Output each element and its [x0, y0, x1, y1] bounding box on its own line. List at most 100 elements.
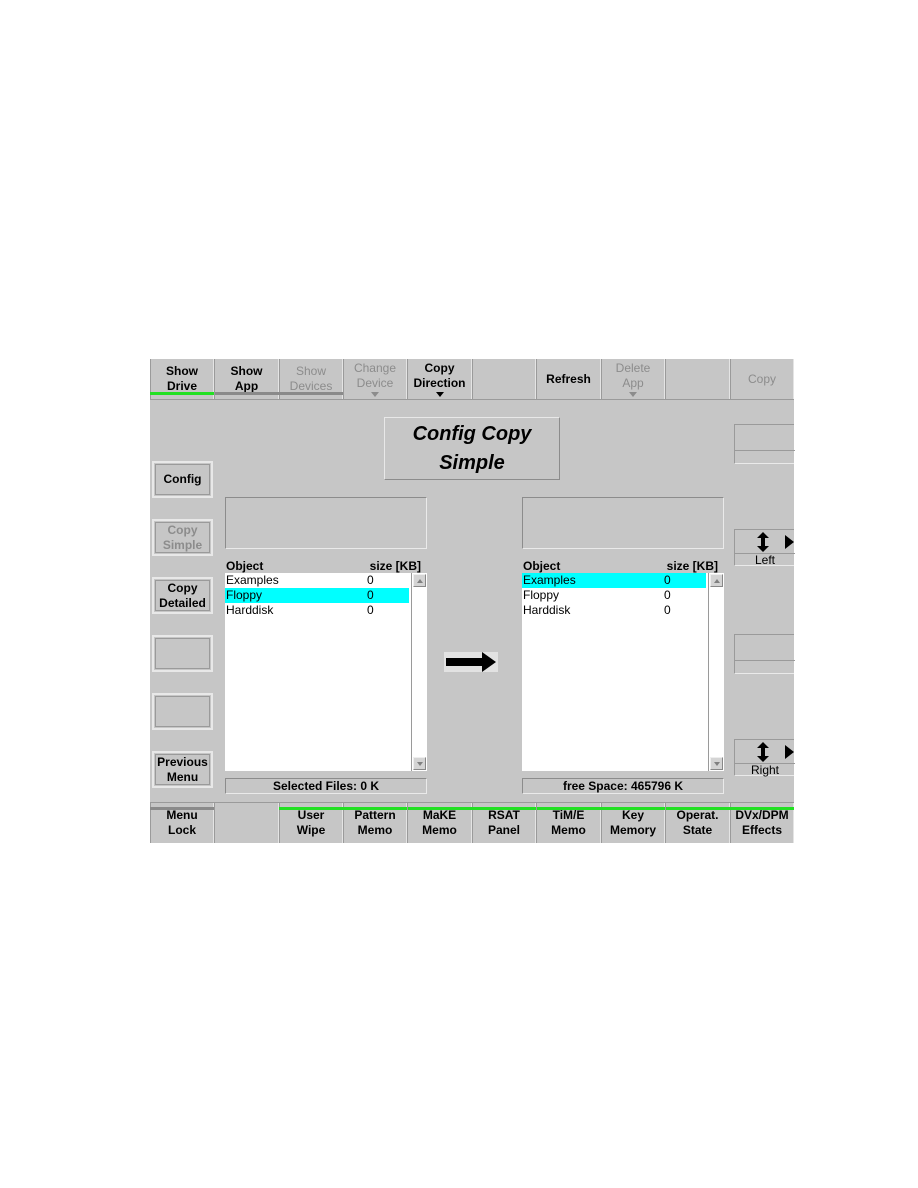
- rsat-panel-button[interactable]: RSAT Panel: [472, 803, 536, 843]
- scroll-down-icon[interactable]: [413, 757, 426, 770]
- label-line1: User: [297, 808, 325, 822]
- label-line1: Refresh: [546, 371, 591, 386]
- copy-detailed-button[interactable]: Copy Detailed: [152, 577, 213, 614]
- source-info-box: [225, 497, 427, 549]
- list-item-selected[interactable]: Examples 0: [522, 573, 706, 588]
- right-knob[interactable]: Right: [734, 739, 795, 777]
- item-name: Harddisk: [226, 603, 274, 617]
- arrow-right-icon: [444, 652, 498, 672]
- refresh-button[interactable]: Refresh: [536, 359, 601, 399]
- delete-app-button[interactable]: Delete App: [601, 359, 665, 399]
- inactive-indicator: [279, 392, 343, 395]
- scroll-up-icon[interactable]: [710, 574, 723, 587]
- label-line1: Change: [353, 361, 397, 375]
- list-body: Examples 0 Floppy 0 Harddisk 0: [522, 573, 724, 771]
- item-name: Examples: [523, 573, 576, 587]
- config-button[interactable]: Config: [152, 461, 213, 498]
- copy-button[interactable]: Copy: [730, 359, 794, 399]
- show-drive-button[interactable]: Show Drive: [150, 359, 214, 399]
- inactive-indicator: [214, 392, 279, 395]
- time-memo-button[interactable]: TiM/E Memo: [536, 803, 601, 843]
- label-line1: MaKE: [422, 808, 457, 822]
- menu-lock-button[interactable]: Menu Lock: [150, 803, 214, 843]
- empty-side-button[interactable]: [152, 693, 213, 730]
- label-line1: Show: [295, 364, 327, 378]
- show-app-button[interactable]: Show App: [214, 359, 279, 399]
- item-name: Harddisk: [523, 603, 571, 617]
- column-size: size [KB]: [666, 559, 718, 573]
- key-memory-button[interactable]: Key Memory: [601, 803, 665, 843]
- knob-label: Right: [750, 763, 779, 777]
- dropdown-caret-icon: [371, 392, 379, 397]
- empty-bottom-button[interactable]: [214, 803, 279, 843]
- selected-files-status: Selected Files: 0 K: [225, 778, 427, 794]
- active-indicator: [150, 392, 214, 395]
- label-line1: Show: [230, 364, 263, 378]
- label-line2: Memo: [551, 823, 586, 837]
- label-line1: Key: [621, 808, 644, 822]
- label-line2: Detailed: [159, 595, 206, 610]
- list-item[interactable]: Examples 0: [225, 573, 409, 588]
- label-line2: Menu: [166, 769, 199, 784]
- source-file-list: Object size [KB] Examples 0 Floppy 0 Har…: [225, 559, 427, 772]
- label-line1: Pattern: [354, 808, 396, 822]
- active-indicator: [343, 807, 407, 810]
- operat-state-button[interactable]: Operat. State: [665, 803, 730, 843]
- label-line2: Wipe: [296, 823, 326, 837]
- column-object: Object: [523, 559, 561, 573]
- label-line1: Previous: [157, 754, 208, 769]
- dvx-dpm-effects-button[interactable]: DVx/DPM Effects: [730, 803, 794, 843]
- target-file-list: Object size [KB] Examples 0 Floppy 0 Har…: [522, 559, 724, 772]
- play-right-icon: [785, 745, 794, 759]
- scroll-down-icon[interactable]: [710, 757, 723, 770]
- active-indicator: [601, 807, 665, 810]
- config-copy-screen: Show Drive Show App Show Devices Change …: [150, 359, 795, 843]
- make-memo-button[interactable]: MaKE Memo: [407, 803, 472, 843]
- empty-top-button[interactable]: [665, 359, 730, 399]
- show-devices-button[interactable]: Show Devices: [279, 359, 343, 399]
- free-space-status: free Space: 465796 K: [522, 778, 724, 794]
- item-size: 0: [367, 588, 374, 602]
- copy-direction-button[interactable]: Copy Direction: [407, 359, 472, 399]
- label-line1: Copy: [747, 371, 776, 386]
- label-line1: TiM/E: [552, 808, 585, 822]
- list-item[interactable]: Harddisk 0: [225, 603, 409, 618]
- label-line2: State: [682, 823, 713, 837]
- scroll-up-icon[interactable]: [413, 574, 426, 587]
- label-line1: Operat.: [676, 808, 719, 822]
- label-line2: App: [622, 376, 644, 390]
- list-item[interactable]: Floppy 0: [522, 588, 706, 603]
- label-line1: Show: [166, 364, 198, 378]
- active-indicator: [536, 807, 601, 810]
- active-indicator: [472, 807, 536, 810]
- item-size: 0: [664, 588, 671, 602]
- item-size: 0: [367, 603, 374, 617]
- item-name: Floppy: [523, 588, 560, 602]
- pattern-memo-button[interactable]: Pattern Memo: [343, 803, 407, 843]
- label-line1: Copy: [167, 580, 198, 595]
- label-line2: Effects: [741, 823, 782, 837]
- change-device-button[interactable]: Change Device: [343, 359, 407, 399]
- item-size: 0: [664, 603, 671, 617]
- knob-display-empty: [734, 424, 795, 464]
- active-indicator: [730, 807, 794, 810]
- list-item-selected[interactable]: Floppy 0: [225, 588, 409, 603]
- active-indicator: [279, 807, 343, 810]
- empty-side-button[interactable]: [152, 635, 213, 672]
- left-knob[interactable]: Left: [734, 529, 795, 566]
- empty-top-button[interactable]: [472, 359, 536, 399]
- dropdown-caret-icon: [629, 392, 637, 397]
- label-line2: Device: [356, 376, 394, 390]
- scrollbar[interactable]: [411, 573, 427, 771]
- list-item[interactable]: Harddisk 0: [522, 603, 706, 618]
- scrollbar[interactable]: [708, 573, 724, 771]
- inactive-indicator: [150, 807, 214, 810]
- user-wipe-button[interactable]: User Wipe: [279, 803, 343, 843]
- item-size: 0: [664, 573, 671, 587]
- copy-simple-button[interactable]: Copy Simple: [152, 519, 213, 556]
- label-line1: RSAT: [488, 808, 520, 822]
- page-title: Config Copy Simple: [384, 417, 560, 480]
- column-size: size [KB]: [369, 559, 421, 573]
- item-name: Floppy: [226, 588, 263, 602]
- previous-menu-button[interactable]: Previous Menu: [152, 751, 213, 788]
